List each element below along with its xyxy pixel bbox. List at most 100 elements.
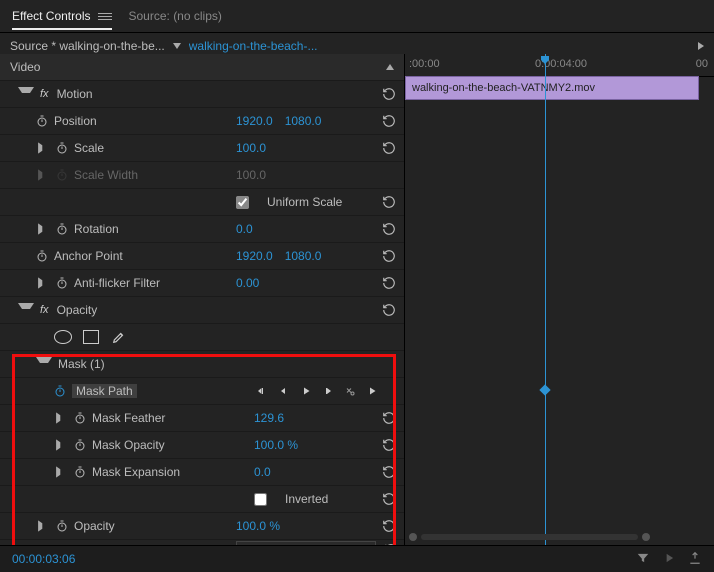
reset-button[interactable] bbox=[374, 222, 404, 236]
prop-mask-inverted[interactable]: Inverted bbox=[0, 486, 404, 513]
prop-opacity[interactable]: Opacity 100.0 % bbox=[0, 513, 404, 540]
prop-antiflicker[interactable]: Anti-flicker Filter 0.00 bbox=[0, 270, 404, 297]
prop-label: Uniform Scale bbox=[267, 195, 342, 209]
uniform-scale-checkbox[interactable] bbox=[236, 196, 249, 209]
chevron-right-icon[interactable] bbox=[56, 439, 66, 450]
clip-bar[interactable]: walking-on-the-beach-VATNMY2.mov bbox=[405, 76, 699, 100]
play-icon[interactable] bbox=[298, 384, 314, 398]
stopwatch-icon[interactable] bbox=[74, 439, 86, 451]
prop-rotation[interactable]: Rotation 0.0 bbox=[0, 216, 404, 243]
reset-button[interactable] bbox=[374, 519, 404, 533]
stopwatch-icon[interactable] bbox=[36, 250, 48, 262]
chevron-right-icon[interactable] bbox=[38, 142, 48, 153]
chevron-right-icon[interactable] bbox=[38, 223, 48, 234]
chevron-right-icon[interactable] bbox=[38, 277, 48, 288]
inverted-checkbox[interactable] bbox=[254, 493, 267, 506]
value-scale[interactable]: 100.0 bbox=[236, 141, 266, 155]
reset-button[interactable] bbox=[374, 276, 404, 290]
value-rotation[interactable]: 0.0 bbox=[236, 222, 253, 236]
stopwatch-icon[interactable] bbox=[54, 385, 66, 397]
playhead[interactable] bbox=[545, 54, 546, 546]
pen-mask-icon[interactable] bbox=[110, 330, 128, 344]
prop-mask-expansion[interactable]: Mask Expansion 0.0 bbox=[0, 459, 404, 486]
stopwatch-icon[interactable] bbox=[56, 223, 68, 235]
tab-effect-controls[interactable]: Effect Controls bbox=[12, 9, 112, 23]
timeline-body[interactable] bbox=[405, 100, 714, 526]
chevron-right-icon[interactable] bbox=[56, 466, 66, 477]
step-back-icon[interactable] bbox=[276, 384, 292, 398]
scroll-track[interactable] bbox=[421, 534, 638, 540]
reset-button[interactable] bbox=[374, 492, 404, 506]
scroll-handle-right[interactable] bbox=[642, 533, 650, 541]
chevron-right-icon[interactable] bbox=[56, 412, 66, 423]
stopwatch-icon[interactable] bbox=[74, 466, 86, 478]
stopwatch-icon[interactable] bbox=[36, 115, 48, 127]
prop-scale[interactable]: Scale 100.0 bbox=[0, 135, 404, 162]
reset-button[interactable] bbox=[374, 141, 404, 155]
section-video[interactable]: Video bbox=[0, 54, 404, 81]
value-mask-expansion[interactable]: 0.0 bbox=[254, 465, 271, 479]
timecode[interactable]: 00:00:03:06 bbox=[12, 552, 75, 566]
reset-button[interactable] bbox=[374, 114, 404, 128]
stopwatch-icon[interactable] bbox=[56, 142, 68, 154]
fx-badge-icon[interactable]: fx bbox=[40, 88, 49, 100]
track-settings-icon[interactable] bbox=[342, 384, 358, 398]
reset-button[interactable] bbox=[374, 465, 404, 479]
chevron-down-icon[interactable] bbox=[36, 357, 52, 371]
ellipse-mask-icon[interactable] bbox=[54, 330, 72, 344]
prop-label: Scale bbox=[74, 141, 104, 155]
chevron-down-icon[interactable] bbox=[173, 43, 181, 49]
tab-source[interactable]: Source: (no clips) bbox=[128, 9, 221, 23]
time-ruler[interactable]: :00:00 0:00:04:00 00 bbox=[405, 54, 714, 77]
value-opacity[interactable]: 100.0 % bbox=[236, 519, 280, 533]
filter-icon[interactable] bbox=[636, 551, 650, 568]
fx-badge-icon[interactable]: fx bbox=[40, 304, 49, 316]
scroll-handle-left[interactable] bbox=[409, 533, 417, 541]
horizontal-scrollbar[interactable] bbox=[405, 528, 654, 546]
mask-group[interactable]: Mask (1) bbox=[0, 351, 404, 378]
prop-mask-feather[interactable]: Mask Feather 129.6 bbox=[0, 405, 404, 432]
prop-position[interactable]: Position 1920.0 1080.0 bbox=[0, 108, 404, 135]
track-backward-icon[interactable] bbox=[254, 384, 270, 398]
chevron-right-icon[interactable] bbox=[38, 520, 48, 531]
playhead-icon bbox=[539, 54, 551, 66]
status-bar: 00:00:03:06 bbox=[0, 545, 714, 572]
prop-label: Scale Width bbox=[74, 168, 138, 182]
stopwatch-icon[interactable] bbox=[56, 277, 68, 289]
stopwatch-icon[interactable] bbox=[74, 412, 86, 424]
effect-motion[interactable]: fx Motion bbox=[0, 81, 404, 108]
export-icon[interactable] bbox=[688, 551, 702, 568]
prop-mask-path[interactable]: Mask Path bbox=[0, 378, 404, 405]
value-antiflicker[interactable]: 0.00 bbox=[236, 276, 259, 290]
effect-opacity[interactable]: fx Opacity bbox=[0, 297, 404, 324]
reset-button[interactable] bbox=[374, 303, 404, 317]
panel-menu-icon[interactable] bbox=[98, 11, 112, 21]
prop-anchor-point[interactable]: Anchor Point 1920.0 1080.0 bbox=[0, 243, 404, 270]
chevron-down-icon[interactable] bbox=[18, 303, 34, 317]
play-audio-icon[interactable] bbox=[662, 551, 676, 568]
reset-button[interactable] bbox=[374, 195, 404, 209]
value-anchor-y[interactable]: 1080.0 bbox=[285, 249, 322, 263]
sequence-clip-name[interactable]: walking-on-the-beach-... bbox=[189, 39, 318, 53]
collapse-up-icon[interactable] bbox=[386, 64, 394, 70]
value-anchor-x[interactable]: 1920.0 bbox=[236, 249, 273, 263]
play-only-icon[interactable] bbox=[698, 42, 704, 50]
value-position-x[interactable]: 1920.0 bbox=[236, 114, 273, 128]
prop-uniform-scale[interactable]: Uniform Scale bbox=[0, 189, 404, 216]
reset-button[interactable] bbox=[374, 87, 404, 101]
prop-mask-opacity[interactable]: Mask Opacity 100.0 % bbox=[0, 432, 404, 459]
value-mask-opacity[interactable]: 100.0 % bbox=[254, 438, 298, 452]
track-forward-icon[interactable] bbox=[364, 384, 380, 398]
step-forward-icon[interactable] bbox=[320, 384, 336, 398]
reset-button[interactable] bbox=[374, 438, 404, 452]
value-mask-feather[interactable]: 129.6 bbox=[254, 411, 284, 425]
rectangle-mask-icon[interactable] bbox=[82, 330, 100, 344]
stopwatch-icon[interactable] bbox=[56, 520, 68, 532]
chevron-down-icon[interactable] bbox=[18, 87, 34, 101]
reset-button[interactable] bbox=[374, 411, 404, 425]
value-position-y[interactable]: 1080.0 bbox=[285, 114, 322, 128]
prop-label: Anti-flicker Filter bbox=[74, 276, 160, 290]
prop-label: Mask Opacity bbox=[92, 438, 165, 452]
section-label: Video bbox=[10, 60, 40, 74]
reset-button[interactable] bbox=[374, 249, 404, 263]
